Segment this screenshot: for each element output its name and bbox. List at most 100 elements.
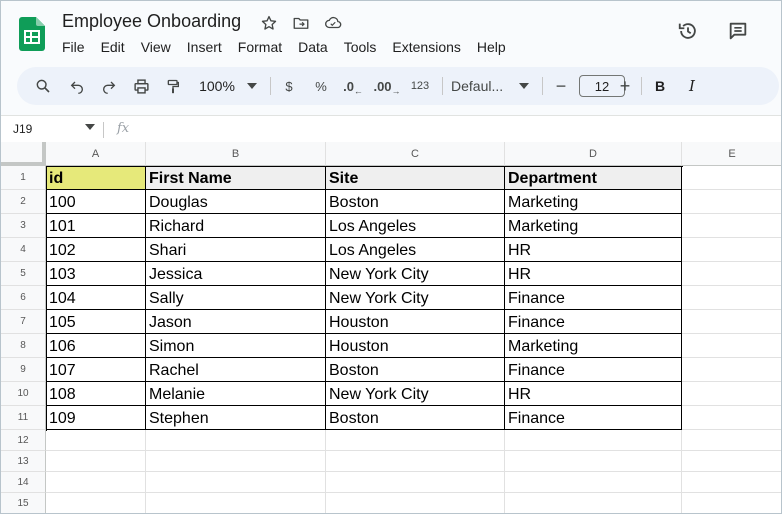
- column-header-a[interactable]: A: [46, 142, 146, 166]
- empty-cell[interactable]: [682, 214, 781, 238]
- menu-insert[interactable]: Insert: [187, 38, 222, 56]
- italic-button[interactable]: I: [682, 74, 702, 98]
- empty-cell[interactable]: [682, 310, 781, 334]
- table-cell[interactable]: 105: [46, 310, 146, 334]
- table-cell[interactable]: Boston: [326, 406, 505, 430]
- font-family-select[interactable]: Defaul...: [451, 74, 511, 98]
- table-cell[interactable]: 104: [46, 286, 146, 310]
- empty-cell[interactable]: [326, 451, 505, 472]
- currency-format-button[interactable]: $: [279, 74, 299, 98]
- table-cell[interactable]: Boston: [326, 358, 505, 382]
- table-cell[interactable]: Marketing: [505, 190, 682, 214]
- table-cell[interactable]: 102: [46, 238, 146, 262]
- menu-data[interactable]: Data: [298, 38, 328, 56]
- decrease-decimal-button[interactable]: .0 ←: [339, 74, 367, 98]
- menu-help[interactable]: Help: [477, 38, 506, 56]
- chevron-down-icon[interactable]: [85, 124, 95, 130]
- empty-cell[interactable]: [682, 190, 781, 214]
- row-header-5[interactable]: 5: [1, 262, 46, 286]
- table-cell[interactable]: HR: [505, 262, 682, 286]
- table-cell[interactable]: Melanie: [146, 382, 326, 406]
- folder-move-icon[interactable]: [291, 13, 311, 33]
- bold-button[interactable]: B: [650, 74, 670, 98]
- empty-cell[interactable]: [682, 334, 781, 358]
- table-cell[interactable]: Houston: [326, 310, 505, 334]
- row-header-12[interactable]: 12: [1, 430, 46, 451]
- table-cell[interactable]: Jessica: [146, 262, 326, 286]
- number-format-button[interactable]: 123: [407, 74, 433, 98]
- table-cell[interactable]: Los Angeles: [326, 214, 505, 238]
- table-cell[interactable]: New York City: [326, 262, 505, 286]
- percent-format-button[interactable]: %: [310, 74, 332, 98]
- paint-format-icon[interactable]: [161, 74, 185, 98]
- table-cell[interactable]: 100: [46, 190, 146, 214]
- menu-view[interactable]: View: [141, 38, 171, 56]
- empty-cell[interactable]: [146, 451, 326, 472]
- zoom-select[interactable]: 100%: [193, 74, 241, 98]
- row-header-8[interactable]: 8: [1, 334, 46, 358]
- table-cell[interactable]: Los Angeles: [326, 238, 505, 262]
- table-cell[interactable]: Marketing: [505, 334, 682, 358]
- table-cell[interactable]: 109: [46, 406, 146, 430]
- empty-cell[interactable]: [326, 430, 505, 451]
- column-header-e[interactable]: E: [682, 142, 781, 166]
- empty-cell[interactable]: [46, 493, 146, 513]
- table-cell[interactable]: Houston: [326, 334, 505, 358]
- table-cell[interactable]: 106: [46, 334, 146, 358]
- empty-cell[interactable]: [682, 472, 781, 493]
- row-header-10[interactable]: 10: [1, 382, 46, 406]
- search-icon[interactable]: [31, 74, 55, 98]
- empty-cell[interactable]: [682, 406, 781, 430]
- menu-file[interactable]: File: [62, 38, 85, 56]
- empty-cell[interactable]: [682, 430, 781, 451]
- cloud-status-icon[interactable]: [323, 13, 343, 33]
- empty-cell[interactable]: [682, 166, 781, 190]
- row-header-13[interactable]: 13: [1, 451, 46, 472]
- empty-cell[interactable]: [682, 493, 781, 513]
- table-cell[interactable]: Douglas: [146, 190, 326, 214]
- document-title[interactable]: Employee Onboarding: [62, 11, 241, 32]
- empty-cell[interactable]: [682, 451, 781, 472]
- header-cell-id[interactable]: id: [46, 166, 146, 190]
- row-header-9[interactable]: 9: [1, 358, 46, 382]
- empty-cell[interactable]: [682, 238, 781, 262]
- table-cell[interactable]: Finance: [505, 358, 682, 382]
- table-cell[interactable]: Shari: [146, 238, 326, 262]
- column-header-b[interactable]: B: [146, 142, 326, 166]
- table-cell[interactable]: Richard: [146, 214, 326, 238]
- redo-icon[interactable]: [97, 74, 121, 98]
- row-header-2[interactable]: 2: [1, 190, 46, 214]
- menu-tools[interactable]: Tools: [344, 38, 377, 56]
- sheets-logo-icon[interactable]: [19, 17, 45, 51]
- empty-cell[interactable]: [326, 472, 505, 493]
- table-cell[interactable]: New York City: [326, 382, 505, 406]
- empty-cell[interactable]: [682, 382, 781, 406]
- table-cell[interactable]: HR: [505, 382, 682, 406]
- table-cell[interactable]: Marketing: [505, 214, 682, 238]
- table-cell[interactable]: Sally: [146, 286, 326, 310]
- chevron-down-icon[interactable]: [517, 74, 531, 98]
- empty-cell[interactable]: [505, 451, 682, 472]
- empty-cell[interactable]: [326, 493, 505, 513]
- comment-icon[interactable]: [726, 19, 750, 43]
- empty-cell[interactable]: [682, 286, 781, 310]
- empty-cell[interactable]: [46, 472, 146, 493]
- empty-cell[interactable]: [682, 358, 781, 382]
- column-header-c[interactable]: C: [326, 142, 505, 166]
- header-cell-site[interactable]: Site: [326, 166, 505, 190]
- table-cell[interactable]: New York City: [326, 286, 505, 310]
- table-cell[interactable]: Finance: [505, 286, 682, 310]
- table-cell[interactable]: 101: [46, 214, 146, 238]
- table-cell[interactable]: 108: [46, 382, 146, 406]
- empty-cell[interactable]: [505, 493, 682, 513]
- row-header-15[interactable]: 15: [1, 493, 46, 513]
- row-header-11[interactable]: 11: [1, 406, 46, 430]
- empty-cell[interactable]: [46, 451, 146, 472]
- chevron-down-icon[interactable]: [244, 74, 260, 98]
- empty-cell[interactable]: [682, 262, 781, 286]
- decrease-font-size-button[interactable]: −: [551, 74, 571, 98]
- name-box[interactable]: J19: [13, 122, 32, 136]
- table-cell[interactable]: Finance: [505, 310, 682, 334]
- table-cell[interactable]: 107: [46, 358, 146, 382]
- empty-cell[interactable]: [505, 430, 682, 451]
